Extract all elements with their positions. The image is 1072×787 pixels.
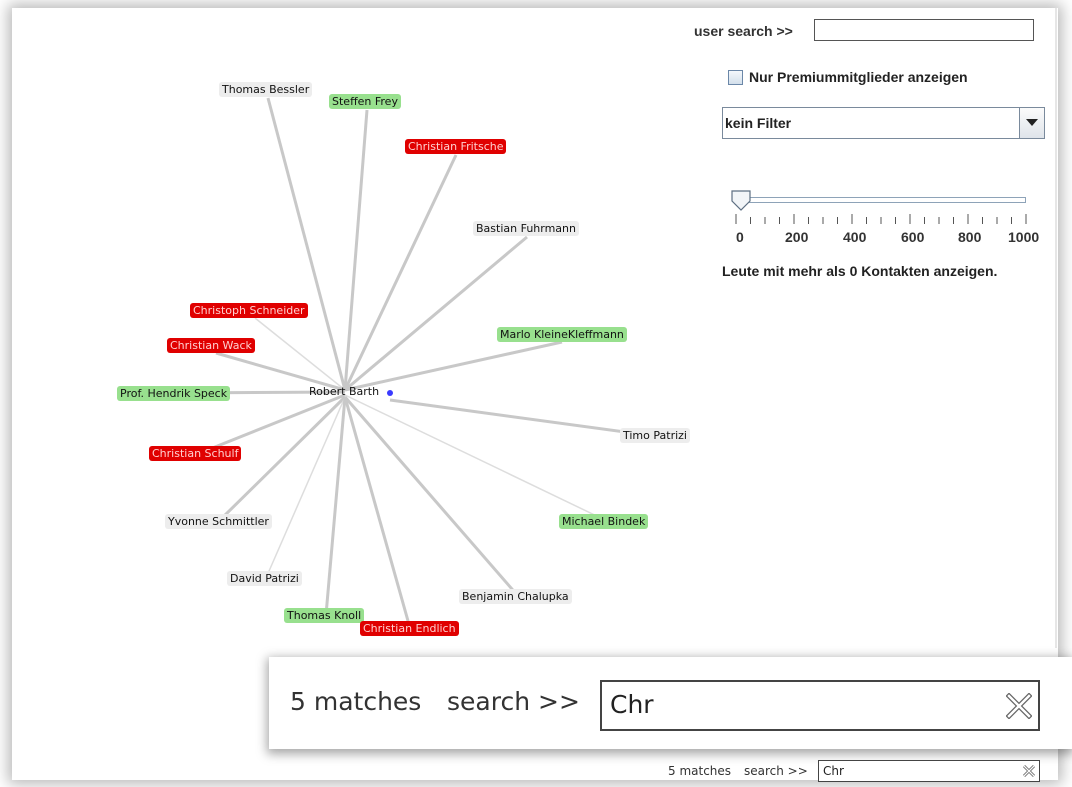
contacts-slider-track[interactable]: [735, 197, 1026, 203]
graph-node[interactable]: Bastian Fuhrmann: [473, 221, 579, 236]
match-count: 5 matches: [290, 687, 422, 716]
edge: [199, 393, 346, 455]
slider-ticks: [735, 214, 1027, 224]
graph-node[interactable]: Christian Endlich: [360, 621, 459, 636]
clear-icon[interactable]: [1006, 693, 1032, 719]
search-label-small: search >>: [744, 764, 808, 778]
slider-tick-label: 800: [958, 229, 982, 245]
search-input[interactable]: Chr: [600, 680, 1040, 731]
edge: [254, 317, 346, 391]
graph-node[interactable]: Prof. Hendrik Speck: [117, 386, 231, 401]
graph-node[interactable]: Timo Patrizi: [620, 428, 690, 443]
edge: [324, 396, 347, 616]
edge: [266, 97, 347, 391]
premium-checkbox[interactable]: [728, 70, 743, 85]
slider-tick-label: 0: [736, 229, 744, 245]
panel-divider: [1055, 8, 1057, 648]
slider-tick-label: 1000: [1008, 229, 1040, 245]
edge: [344, 235, 528, 392]
slider-caption: Leute mit mehr als 0 Kontakten anzeigen.: [722, 263, 998, 279]
graph-node[interactable]: Christoph Schneider: [190, 303, 308, 318]
search-input-small-value: Chr: [823, 764, 844, 778]
clear-icon[interactable]: [1023, 765, 1035, 777]
graph-node[interactable]: Thomas Bessler: [219, 82, 313, 97]
graph-node[interactable]: Christian Wack: [167, 338, 255, 353]
dropdown-toggle-button[interactable]: [1019, 108, 1044, 138]
slider-thumb[interactable]: [731, 190, 751, 212]
slider-tick-label: 600: [901, 229, 925, 245]
slider-tick-label: 400: [843, 229, 867, 245]
graph-node[interactable]: David Patrizi: [227, 571, 302, 586]
search-bar-zoom: 5 matches search >> Chr: [269, 657, 1072, 749]
graph-node[interactable]: Marlo KleineKleffmann: [497, 327, 627, 342]
user-search-label: user search >>: [694, 23, 793, 39]
user-search-input[interactable]: [814, 19, 1034, 41]
edge: [389, 398, 655, 438]
edge: [344, 394, 606, 521]
chevron-down-icon: [1026, 119, 1038, 126]
edge: [343, 396, 520, 597]
graph-node[interactable]: Steffen Frey: [329, 94, 401, 109]
slider-tick-label: 200: [785, 229, 809, 245]
center-node-marker: [387, 390, 393, 396]
graph-node[interactable]: Thomas Knoll: [284, 608, 365, 623]
center-node[interactable]: Robert Barth: [306, 384, 382, 399]
match-count-small: 5 matches: [668, 764, 732, 778]
network-graph[interactable]: Thomas Bessler Steffen Frey Christian Fr…: [0, 0, 700, 660]
graph-node[interactable]: Michael Bindek: [559, 514, 649, 529]
edge: [265, 396, 346, 579]
premium-checkbox-label[interactable]: Nur Premiummitglieder anzeigen: [749, 69, 968, 85]
graph-node[interactable]: Benjamin Chalupka: [459, 589, 572, 604]
graph-node[interactable]: Christian Schulf: [149, 446, 242, 461]
search-input-value: Chr: [610, 690, 654, 719]
graph-node[interactable]: Christian Fritsche: [405, 139, 507, 154]
search-input-small[interactable]: Chr: [818, 760, 1040, 782]
edge: [344, 340, 563, 392]
filter-dropdown[interactable]: kein Filter: [722, 107, 1045, 139]
graph-node[interactable]: Yvonne Schmittler: [165, 514, 272, 529]
edge: [343, 396, 412, 629]
search-label: search >>: [447, 687, 580, 716]
filter-dropdown-value: kein Filter: [725, 115, 792, 131]
